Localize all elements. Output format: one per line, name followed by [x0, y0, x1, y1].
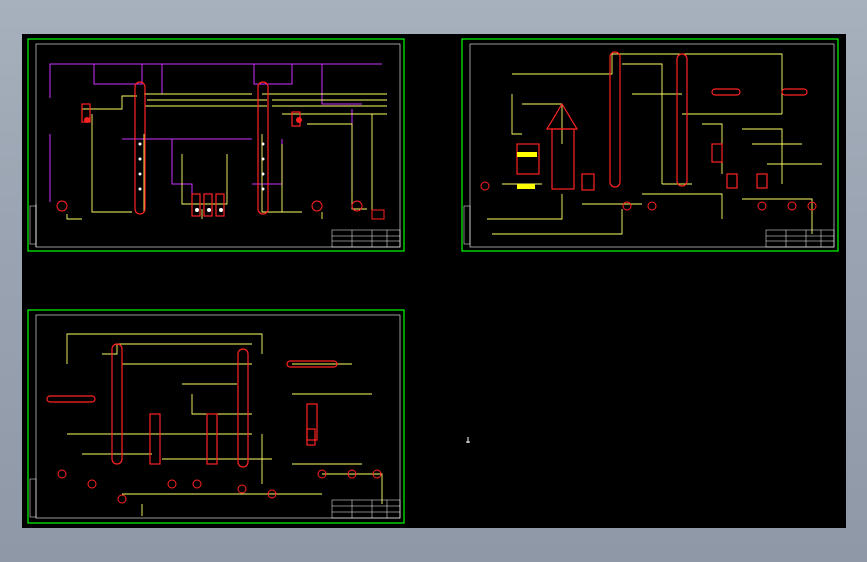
sheet-3-frame: [27, 309, 405, 524]
cad-viewport[interactable]: [22, 34, 846, 528]
sheet-3-title-block: [331, 499, 401, 519]
drawing-sheet-3[interactable]: [22, 34, 846, 528]
crosshair-cursor-icon: [466, 430, 476, 443]
sheet-3-equipment: [57, 469, 382, 504]
